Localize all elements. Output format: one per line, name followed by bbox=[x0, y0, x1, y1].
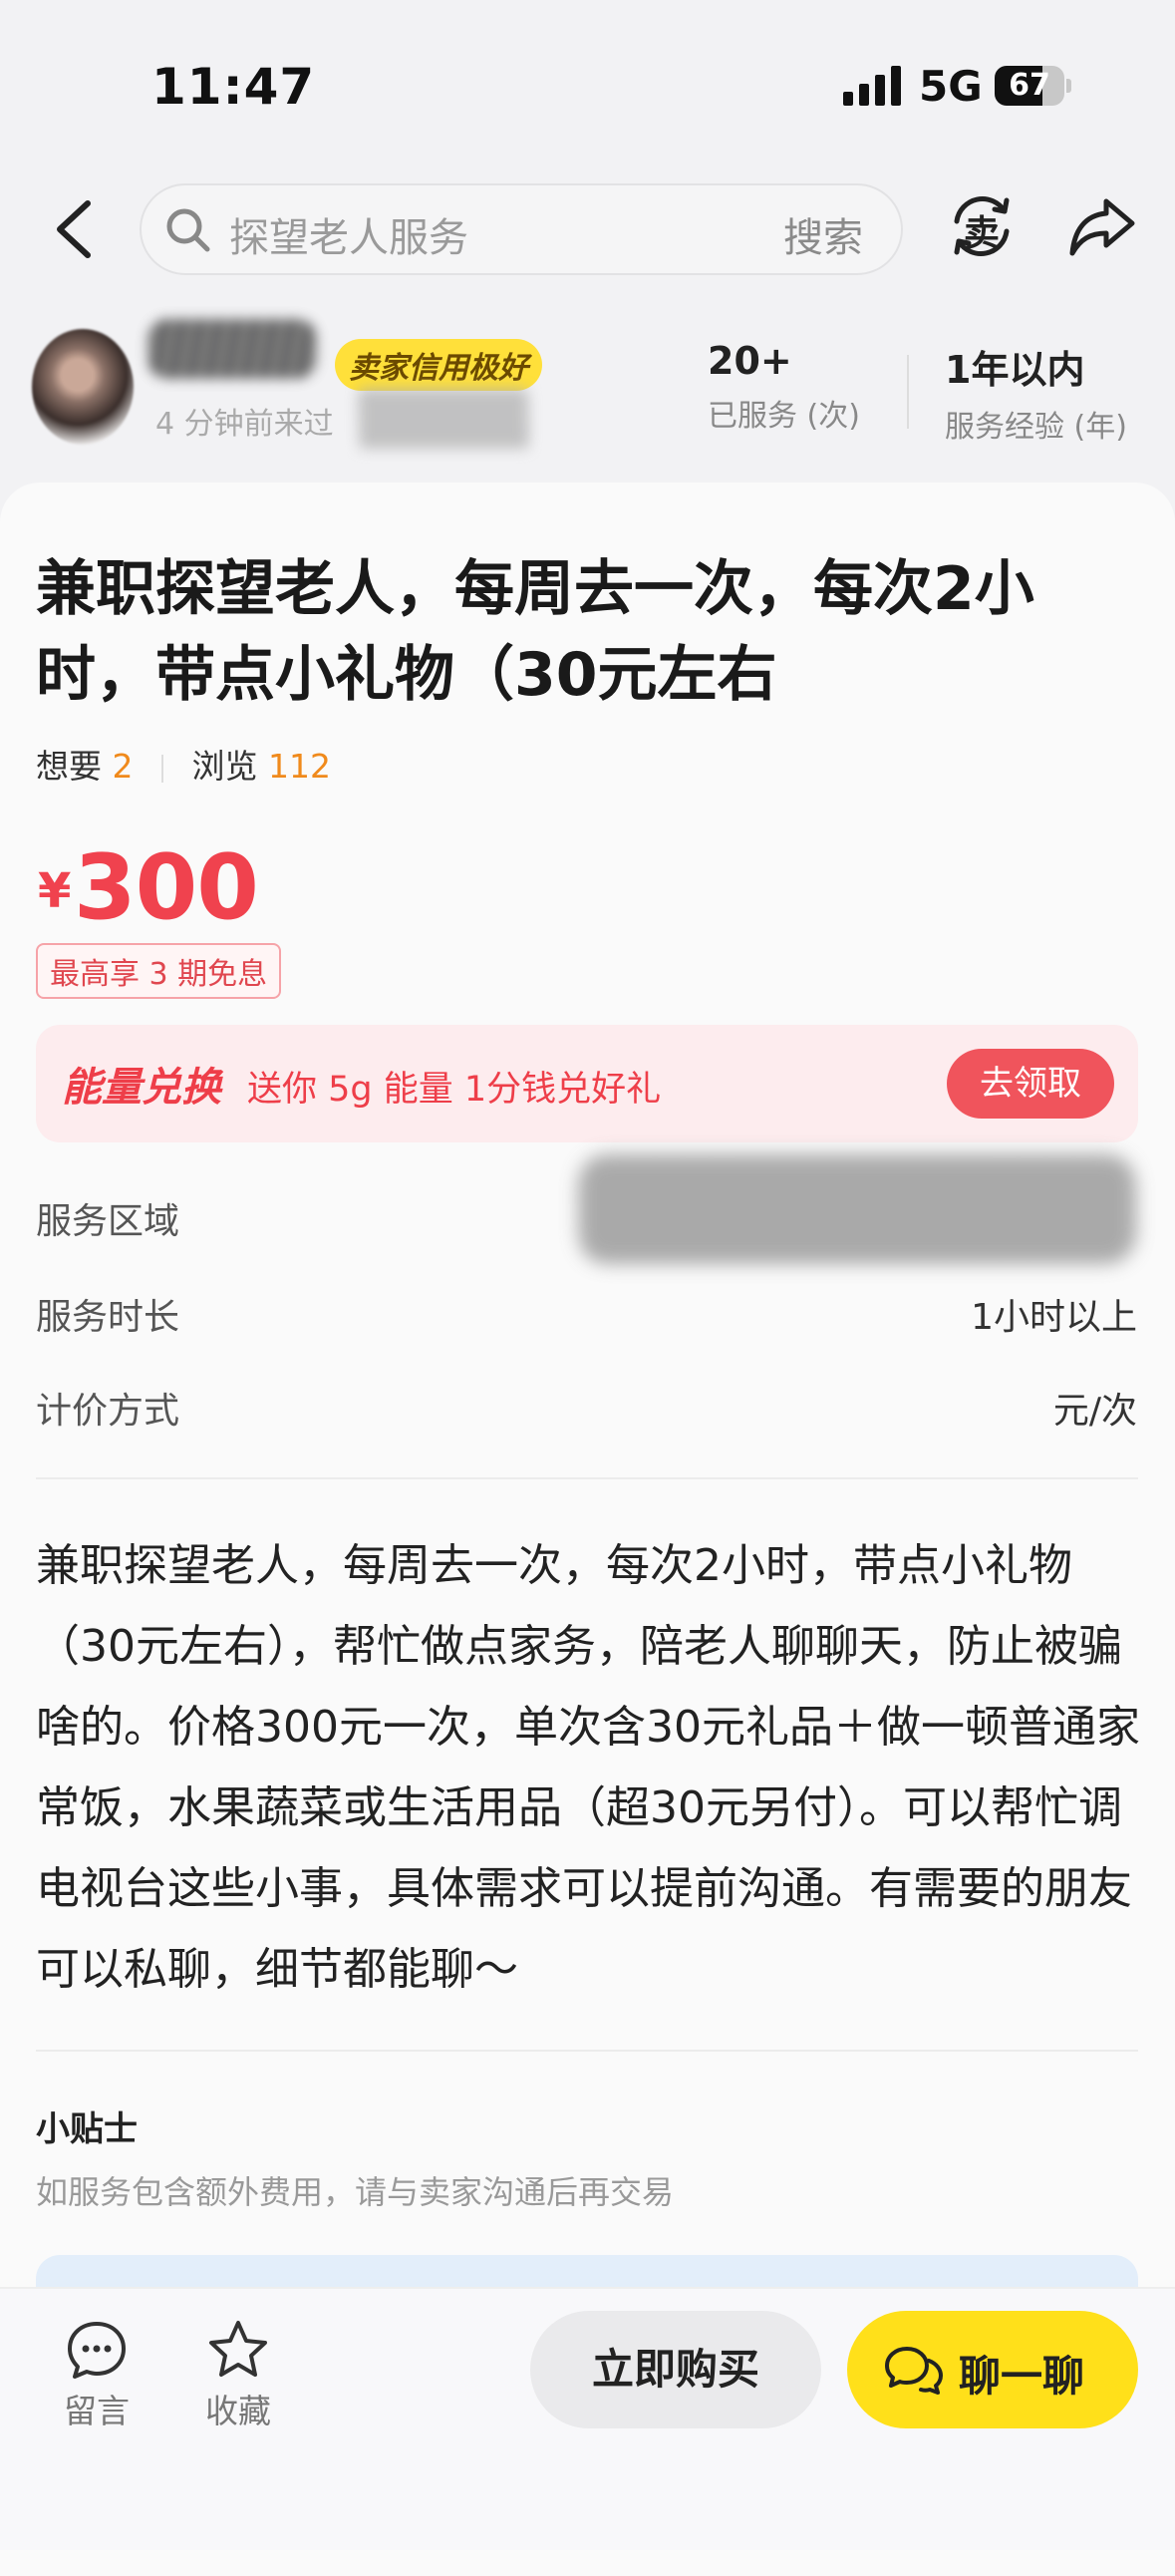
star-icon bbox=[209, 2321, 267, 2377]
views-count: 112 bbox=[268, 747, 331, 786]
sell-icon-char: 卖 bbox=[963, 213, 1000, 254]
chat-button[interactable]: 聊一聊 bbox=[847, 2311, 1138, 2428]
buy-now-button[interactable]: 立即购买 bbox=[530, 2311, 821, 2428]
status-time: 11:47 bbox=[151, 58, 316, 116]
installment-tag[interactable]: 最高享 3 期免息 bbox=[36, 943, 282, 999]
favorite-tab[interactable]: 收藏 bbox=[203, 2319, 273, 2432]
comment-icon bbox=[68, 2322, 126, 2379]
seller-credit-badge: 卖家信用极好 bbox=[335, 339, 542, 391]
chat-label: 聊一聊 bbox=[959, 2352, 1085, 2401]
network-type: 5G bbox=[919, 62, 983, 111]
price-currency: ¥ bbox=[38, 863, 72, 919]
listing-meta: 想要 2 浏览 112 bbox=[36, 740, 331, 788]
stat-served-value: 20+ bbox=[708, 339, 792, 383]
tips-text: 如服务包含额外费用，请与卖家沟通后再交易 bbox=[36, 2173, 675, 2211]
stat-divider bbox=[907, 355, 909, 429]
energy-desc: 送你 5g 能量 1分钱兑好礼 bbox=[247, 1070, 662, 1110]
search-input[interactable]: 探望老人服务 bbox=[229, 205, 468, 263]
stat-experience-value: 1年以内 bbox=[945, 348, 1085, 392]
battery-icon: 67 bbox=[995, 66, 1071, 106]
bottom-action-bar: 留言 收藏 立即购买 聊一聊 bbox=[0, 2287, 1175, 2550]
comment-tab[interactable]: 留言 bbox=[62, 2319, 132, 2432]
tips-title: 小贴士 bbox=[36, 2109, 138, 2149]
energy-title: 能量兑换 bbox=[62, 1065, 221, 1111]
detail-value-area-blurred[interactable] bbox=[578, 1154, 1136, 1264]
seller-name-blurred[interactable] bbox=[147, 319, 317, 379]
listing-title: 兼职探望老人，每周去一次，每次2小时，带点小礼物（30元左右 bbox=[36, 554, 1034, 710]
section-divider bbox=[36, 2050, 1138, 2052]
stat-served-label: 已服务 (次) bbox=[708, 399, 860, 434]
section-divider bbox=[36, 1477, 1138, 1479]
search-icon bbox=[166, 208, 210, 252]
energy-banner[interactable]: 能量兑换 送你 5g 能量 1分钱兑好礼 去领取 bbox=[36, 1025, 1138, 1142]
signal-icon bbox=[843, 66, 901, 106]
detail-label-duration: 服务时长 bbox=[36, 1297, 180, 1338]
detail-value-pricing: 元/次 bbox=[1052, 1391, 1137, 1432]
detail-label-area: 服务区域 bbox=[36, 1201, 180, 1242]
detail-value-duration: 1小时以上 bbox=[971, 1297, 1137, 1338]
battery-level: 67 bbox=[1009, 68, 1050, 103]
search-button[interactable]: 搜索 bbox=[783, 205, 863, 263]
share-icon[interactable] bbox=[1068, 195, 1136, 259]
listing-description: 兼职探望老人，每周去一次，每次2小时，带点小礼物（30元左右），帮忙做点家务，陪… bbox=[36, 1540, 1140, 1995]
detail-label-pricing: 计价方式 bbox=[36, 1391, 180, 1432]
seller-location-blurred bbox=[359, 389, 528, 449]
meta-divider bbox=[161, 754, 163, 783]
stat-served: 20+ 已服务 (次) bbox=[708, 339, 860, 435]
views-label: 浏览 bbox=[191, 747, 258, 786]
favorite-label: 收藏 bbox=[205, 2392, 271, 2430]
back-icon[interactable] bbox=[48, 197, 104, 261]
price-value: 300 bbox=[74, 835, 259, 940]
search-bar[interactable]: 探望老人服务 搜索 bbox=[140, 183, 903, 275]
stat-experience-label: 服务经验 (年) bbox=[945, 410, 1127, 445]
want-count: 2 bbox=[112, 747, 134, 786]
sell-icon[interactable]: 卖 bbox=[947, 191, 1017, 261]
chat-icon bbox=[885, 2347, 943, 2395]
comment-label: 留言 bbox=[64, 2392, 130, 2430]
claim-button[interactable]: 去领取 bbox=[947, 1049, 1114, 1119]
seller-last-seen: 4 分钟前来过 bbox=[155, 407, 334, 442]
want-label: 想要 bbox=[36, 747, 102, 786]
stat-experience: 1年以内 服务经验 (年) bbox=[945, 339, 1127, 446]
seller-avatar[interactable] bbox=[32, 329, 134, 445]
